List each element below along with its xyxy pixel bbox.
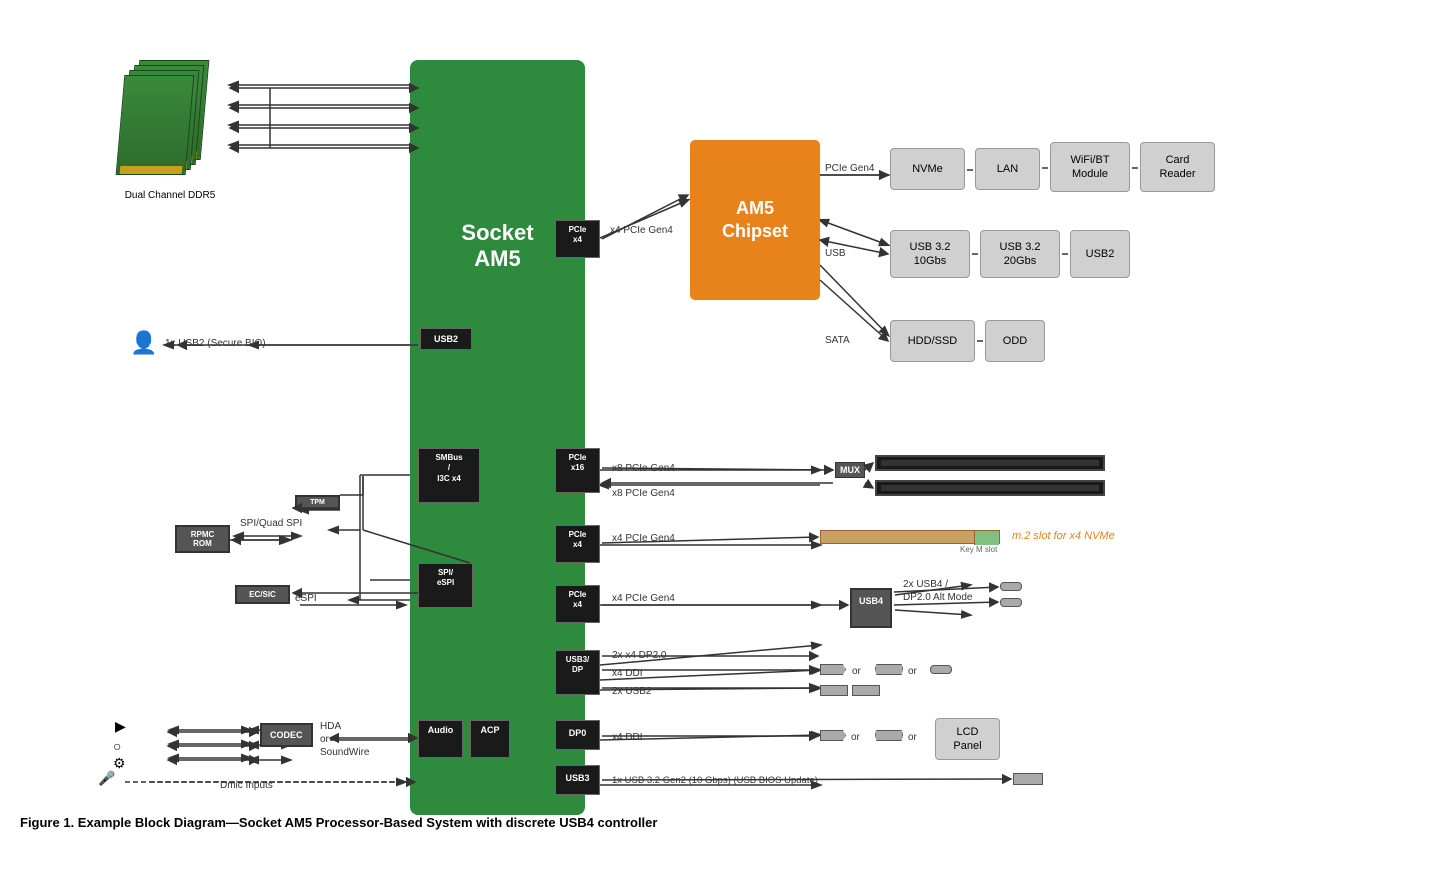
x4-ddi-label-1: x4 DDI [612, 668, 643, 679]
hdmi-connector-1 [875, 664, 903, 675]
pcie-slot-2 [875, 480, 1105, 496]
usb4-altmode-label: 2x USB4 /DP2.0 Alt Mode [903, 578, 972, 604]
sata-label: SATA [825, 335, 850, 346]
usb-c-connector-2 [1000, 598, 1022, 607]
usb2-x2-label: 2x USB2 [612, 686, 651, 697]
audio-box: Audio [418, 720, 463, 758]
espi-arrow [295, 598, 415, 612]
dmic-arrows [120, 772, 415, 792]
card-reader-box: CardReader [1140, 142, 1215, 192]
or-label-1: or [852, 666, 861, 677]
acp-box: ACP [470, 720, 510, 758]
pcie-x16-box: PCIex16 [555, 448, 600, 493]
x4-pcie-usb4-label: x4 PCIe Gen4 [612, 593, 675, 604]
hda-label: HDAorSoundWire [320, 720, 369, 759]
usb32-10gbs-box: USB 3.210Gbs [890, 230, 970, 278]
ram-sticks: Dual Channel DDR5 [120, 55, 220, 201]
usb-c-connector-1 [1000, 582, 1022, 591]
usb-person-icon: 👤 [130, 330, 157, 356]
dmic-mic-icon: 🎤 [98, 770, 115, 787]
m2-nvme-label: m.2 slot for x4 NVMe [1012, 530, 1115, 542]
usb2-socket-box: USB2 [420, 328, 472, 350]
dp-connector-1 [820, 664, 846, 675]
ec-sic-chip: EC/SIC [235, 585, 290, 604]
usb-a-connector-2 [852, 685, 880, 696]
pcie-slot-1 [875, 455, 1105, 471]
usb32-gen2-label: 1x USB 3.2 Gen2 (10 Gbps) (USB BIOS Upda… [612, 775, 818, 786]
block-diagram: Dual Channel DDR5 DRAM Controller DRAM C… [20, 20, 1420, 840]
usb3-bottom-box: USB3 [555, 765, 600, 795]
dp-connector-2 [820, 730, 846, 741]
key-m-slot-label: Key M slot [960, 545, 997, 554]
x4-pcie-m2-label: x4 PCIe Gen4 [612, 533, 675, 544]
hdmi-connector-2 [875, 730, 903, 741]
usb2-secure-label: 1x USB2 (Secure BIO) [165, 338, 266, 349]
spi-espi-box: SPI/eSPI [418, 563, 473, 608]
odd-box: ODD [985, 320, 1045, 362]
tpm-chip: TPM [295, 495, 340, 510]
or-label-3: or [851, 732, 860, 743]
ddr5-label: Dual Channel DDR5 [120, 190, 220, 201]
usb4-chip: USB4 [850, 588, 892, 628]
usb2-peripheral-box: USB2 [1070, 230, 1130, 278]
lcd-panel-box: LCDPanel [935, 718, 1000, 760]
hdd-ssd-box: HDD/SSD [890, 320, 975, 362]
x8-pcie-gen4-2-label: x8 PCIe Gen4 [612, 488, 675, 499]
x8-pcie-gen4-1-label: x8 PCIe Gen4 [612, 463, 675, 474]
x4-ddi-label-2: x4 DDI [612, 732, 643, 743]
speaker-icon: ▶ [115, 718, 126, 735]
usb3-dp-box: USB3/DP [555, 650, 600, 695]
pcie-x4-top: PCIex4 [555, 220, 600, 258]
usb-a-connector-1 [820, 685, 848, 696]
figure-caption: Figure 1. Example Block Diagram—Socket A… [20, 815, 1420, 830]
lan-box: LAN [975, 148, 1040, 190]
pcie-gen4-label-top: PCIe Gen4 [825, 163, 874, 174]
pcie-x4-2: PCIex4 [555, 525, 600, 563]
dp0-box: DP0 [555, 720, 600, 750]
usb-a-bios [1013, 773, 1043, 785]
hda-arrows [165, 720, 260, 770]
am5-chipset: AM5 Chipset [690, 140, 820, 300]
headphone-icon: ○ [113, 738, 121, 754]
usb-c-connector-3 [930, 665, 952, 674]
usb32-20gbs-box: USB 3.220Gbs [980, 230, 1060, 278]
or-label-4: or [908, 732, 917, 743]
dp20-label: 2x x4 DP2.0 [612, 650, 666, 661]
socket-am5-box: SocketAM5 [410, 60, 585, 815]
codec-chip: CODEC [260, 723, 313, 747]
smbus-box: SMBus/I3C x4 [418, 448, 480, 503]
pcie-x4-3: PCIex4 [555, 585, 600, 623]
x4-pcie-gen4-top-label: x4 PCIe Gen4 [610, 225, 673, 236]
usb-label: USB [825, 248, 846, 259]
or-label-2: or [908, 666, 917, 677]
rpmc-rom-chip: RPMCROM [175, 525, 230, 553]
mux-box: MUX [835, 462, 865, 478]
m2-slot [820, 530, 1000, 544]
spi-arrows [230, 528, 310, 544]
wifi-bt-box: WiFi/BTModule [1050, 142, 1130, 192]
nvme-box: NVMe [890, 148, 965, 190]
